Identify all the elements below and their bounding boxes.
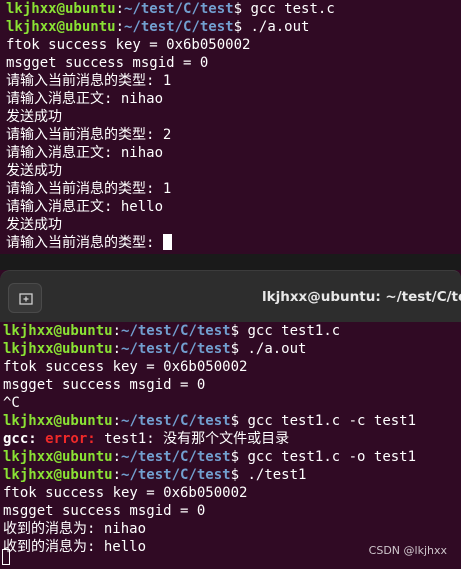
command-text: gcc test1.c -o test1	[239, 449, 417, 465]
output-text: msgget success msgid = 0	[6, 55, 209, 71]
terminal-line: 请输入消息正文: nihao	[6, 90, 461, 108]
terminal-line: ^C	[3, 394, 461, 412]
output-text: 收到的消息为: nihao	[3, 521, 147, 537]
prompt-dollar: $	[233, 19, 243, 35]
output-text: ftok success key = 0x6b050002	[6, 37, 251, 53]
output-text: 收到的消息为: hello	[3, 539, 147, 555]
terminal-line: gcc: error: test1: 没有那个文件或目录	[3, 430, 461, 448]
prompt-separator: :	[112, 413, 122, 429]
prompt-dollar: $	[230, 467, 240, 483]
prompt-user: lkjhxx@ubuntu	[3, 323, 113, 339]
error-keyword: error:	[36, 431, 96, 447]
terminal-cursor	[162, 234, 172, 250]
terminal-line: ftok success key = 0x6b050002	[3, 484, 461, 502]
prompt-path: ~/test/C/test	[121, 323, 231, 339]
terminal-line: 请输入当前消息的类型: 1	[6, 72, 461, 90]
prompt-dollar: $	[230, 449, 240, 465]
terminal-line: lkjhxx@ubuntu:~/test/C/test$ gcc test1.c	[3, 322, 461, 340]
prompt-path: ~/test/C/test	[124, 19, 234, 35]
prompt-separator: :	[112, 323, 122, 339]
output-text: 请输入消息正文: hello	[6, 199, 164, 215]
output-text: 发送成功	[6, 217, 62, 233]
top-terminal-output[interactable]: lkjhxx@ubuntu:~/test/C/test$ gcc test.c l…	[0, 0, 461, 254]
terminal-line: 请输入当前消息的类型:	[6, 234, 461, 252]
terminal-line: 发送成功	[6, 216, 461, 234]
terminal-line: lkjhxx@ubuntu:~/test/C/test$ gcc test.c	[6, 0, 461, 18]
prompt-path: ~/test/C/test	[121, 413, 231, 429]
terminal-line: lkjhxx@ubuntu:~/test/C/test$ gcc test1.c…	[3, 448, 461, 466]
terminal-titlebar[interactable]: lkjhxx@ubuntu: ~/test/C/test	[0, 270, 461, 322]
new-tab-button[interactable]	[8, 283, 42, 313]
command-text: ./a.out	[239, 341, 307, 357]
command-text: gcc test.c	[242, 1, 335, 17]
prompt-user: lkjhxx@ubuntu	[3, 467, 113, 483]
terminal-line: 收到的消息为: nihao	[3, 520, 461, 538]
output-text: ^C	[3, 395, 20, 411]
prompt-path: ~/test/C/test	[121, 467, 231, 483]
terminal-line: lkjhxx@ubuntu:~/test/C/test$ ./a.out	[6, 18, 461, 36]
terminal-cursor	[2, 549, 10, 565]
prompt-separator: :	[112, 449, 122, 465]
command-text: ./test1	[239, 467, 307, 483]
prompt-user: lkjhxx@ubuntu	[6, 1, 116, 17]
prompt-path: ~/test/C/test	[121, 449, 231, 465]
prompt-user: lkjhxx@ubuntu	[3, 341, 113, 357]
prompt-path: ~/test/C/test	[124, 1, 234, 17]
output-text: 请输入消息正文: nihao	[6, 91, 164, 107]
command-text: gcc test1.c	[239, 323, 341, 339]
command-text: ./a.out	[242, 19, 310, 35]
prompt-separator: :	[112, 341, 122, 357]
command-text: gcc test1.c -c test1	[239, 413, 417, 429]
prompt-dollar: $	[230, 413, 240, 429]
output-text: msgget success msgid = 0	[3, 503, 206, 519]
prompt-user: lkjhxx@ubuntu	[3, 413, 113, 429]
prompt-user: lkjhxx@ubuntu	[6, 19, 116, 35]
terminal-line: 请输入当前消息的类型: 1	[6, 180, 461, 198]
prompt-separator: :	[115, 1, 125, 17]
output-text: 请输入当前消息的类型: 1	[6, 73, 172, 89]
prompt-dollar: $	[233, 1, 243, 17]
terminal-line: lkjhxx@ubuntu:~/test/C/test$ ./a.out	[3, 340, 461, 358]
prompt-dollar: $	[230, 323, 240, 339]
terminal-line: msgget success msgid = 0	[3, 376, 461, 394]
new-tab-icon	[19, 293, 33, 305]
prompt-path: ~/test/C/test	[121, 341, 231, 357]
terminal-line: lkjhxx@ubuntu:~/test/C/test$ gcc test1.c…	[3, 412, 461, 430]
output-text: msgget success msgid = 0	[3, 377, 206, 393]
bottom-terminal-output[interactable]: lkjhxx@ubuntu:~/test/C/test$ gcc test1.c…	[0, 322, 461, 569]
terminal-line: msgget success msgid = 0	[3, 502, 461, 520]
error-source: gcc:	[3, 431, 37, 447]
output-text: 发送成功	[6, 109, 62, 125]
terminal-line: 发送成功	[6, 108, 461, 126]
window-title: lkjhxx@ubuntu: ~/test/C/test	[262, 289, 461, 305]
output-text: 请输入当前消息的类型:	[6, 235, 163, 251]
output-text: ftok success key = 0x6b050002	[3, 359, 248, 375]
terminal-line: ftok success key = 0x6b050002	[6, 36, 461, 54]
prompt-dollar: $	[230, 341, 240, 357]
terminal-line: 请输入消息正文: hello	[6, 198, 461, 216]
window-gap	[0, 254, 461, 270]
output-text: 请输入消息正文: nihao	[6, 145, 164, 161]
prompt-user: lkjhxx@ubuntu	[3, 449, 113, 465]
terminal-line: lkjhxx@ubuntu:~/test/C/test$ ./test1	[3, 466, 461, 484]
error-message: test1: 没有那个文件或目录	[95, 431, 290, 447]
output-text: ftok success key = 0x6b050002	[3, 485, 248, 501]
prompt-separator: :	[115, 19, 125, 35]
terminal-line: ftok success key = 0x6b050002	[3, 358, 461, 376]
output-text: 请输入当前消息的类型: 2	[6, 127, 172, 143]
prompt-separator: :	[112, 467, 122, 483]
terminal-line: 发送成功	[6, 162, 461, 180]
watermark: CSDN @lkjhxx	[368, 544, 447, 557]
terminal-line: msgget success msgid = 0	[6, 54, 461, 72]
output-text: 请输入当前消息的类型: 1	[6, 181, 172, 197]
terminal-line: 请输入当前消息的类型: 2	[6, 126, 461, 144]
terminal-line: 请输入消息正文: nihao	[6, 144, 461, 162]
output-text: 发送成功	[6, 163, 62, 179]
